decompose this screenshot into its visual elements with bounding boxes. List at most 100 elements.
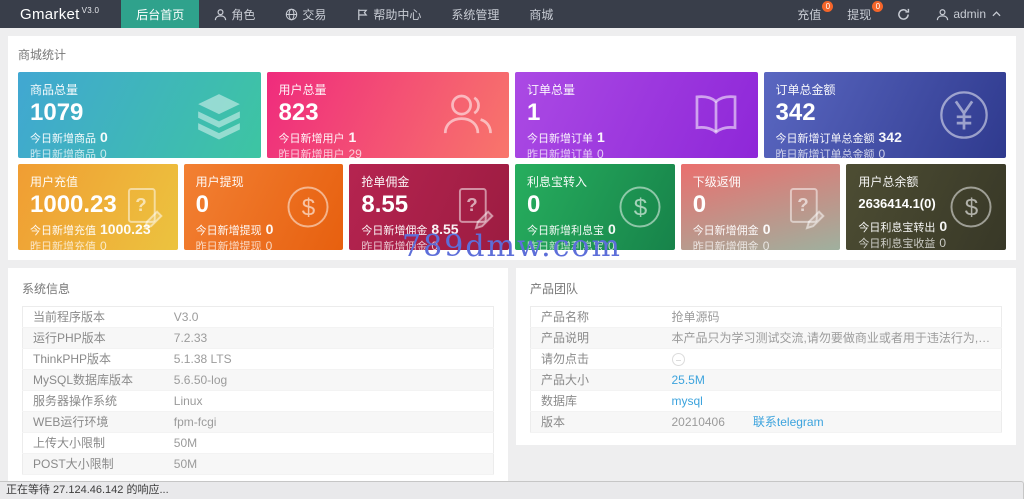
dollar-circle-icon: $ (615, 182, 665, 232)
system-info-value-text: 5.1.38 LTS (173, 352, 232, 366)
bottom-panels: 系统信息 当前程序版本 V3.0 运行PHP版本 7.2.33 ThinkPHP版本 5.… (8, 268, 1016, 487)
system-info-row-label: 运行PHP版本 (33, 331, 106, 345)
stat-card-sub-rebate: 下级返佣 0 今日新增佣金 0 昨日新增佣金 0? (680, 164, 841, 250)
refresh-button[interactable] (884, 0, 923, 28)
system-info-row: WEB运行环境 fpm-fcgi (22, 411, 494, 433)
svg-text:?: ? (135, 194, 146, 215)
doc-question-icon: ? (449, 182, 499, 232)
system-info-value-text: 7.2.33 (173, 331, 208, 345)
system-info-value-text: 50M (173, 436, 198, 450)
nav-item-home[interactable]: 后台首页 (121, 0, 200, 28)
stat-card-orders: 订单总量 1 今日新增订单 1 昨日新增订单 0 (515, 72, 758, 158)
stats-row-2: 用户充值 1000.23 今日新增充值 1000.23 昨日新增充值 0? 用户提现 0 今日新… (18, 164, 1007, 250)
withdraw-badge: 0 (872, 1, 884, 12)
browser-status-bar: 正在等待 27.124.46.142 的响应... (0, 481, 1024, 499)
product-team-row-label: 版本 (541, 415, 566, 430)
system-info-row-value: fpm-fcgi (164, 412, 494, 433)
product-team-row-value: 抢单源码 (662, 307, 1002, 328)
system-info-row-label: POST大小限制 (33, 457, 114, 471)
stat-card-yesterday-line: 昨日新增佣金 0 (361, 238, 439, 250)
stat-card-order-amount: 订单总金额 342 今日新增订单总金额 342 昨日新增订单总金额 0 (763, 72, 1006, 158)
stats-row-1: 商品总量 1079 今日新增商品 0 昨日新增商品 0 用户总量 823 今日新增用户 1 昨日新增… (18, 72, 1006, 158)
stat-card-yesterday-line: 昨日新增订单总金额 0 (775, 146, 886, 158)
nav-item-roles[interactable]: 角色 (199, 0, 270, 28)
stat-card-yesterday-line: 今日利息宝收益 0 (858, 235, 947, 250)
withdraw-button[interactable]: 提现 0 (834, 0, 884, 28)
nav-item-mall[interactable]: 商城 (514, 0, 568, 28)
system-info-value-text: fpm-fcgi (173, 415, 217, 429)
system-info-row: 上传大小限制 50M (22, 433, 494, 454)
svg-text:$: $ (633, 195, 647, 222)
system-info-row: ThinkPHP版本 5.1.38 LTS (22, 349, 494, 370)
system-info-row-value: 5.6.50-log (164, 370, 494, 391)
stat-card-interest-in: 利息宝转入 0 今日新增利息宝 0 昨日新增利息宝 0 $ (515, 164, 675, 250)
user-icon (214, 8, 227, 21)
product-team-link[interactable]: mysql (672, 394, 703, 408)
nav-item-label: 系统管理 (451, 7, 500, 22)
logo-text: Gmarket (20, 5, 80, 23)
dollar-circle-icon: $ (946, 182, 996, 232)
chevron-up-icon (992, 11, 1001, 17)
stat-card-balance: 用户总余额 2636414.1(0) 今日利息宝转出 0 今日利息宝收益 0 $ (846, 164, 1007, 250)
product-team-value-text: 20210406 (671, 415, 725, 430)
system-info-value-text: Linux (173, 394, 203, 408)
stat-card-users: 用户总量 823 今日新增用户 1 昨日新增用户 29 (266, 72, 509, 158)
product-team-row-value (662, 349, 1002, 370)
recharge-button[interactable]: 充值 0 (784, 0, 834, 28)
minus-circle-icon (671, 353, 685, 367)
product-team-row-label: 产品说明 (541, 331, 590, 345)
svg-text:?: ? (798, 194, 809, 215)
dollar-circle-icon: $ (283, 182, 333, 232)
nav-item-system[interactable]: 系统管理 (436, 0, 514, 28)
app-logo[interactable]: Gmarket V3.0 (0, 0, 121, 28)
system-info-value-text: V3.0 (173, 310, 199, 324)
stat-card-yesterday-line: 昨日新增用户 29 (278, 146, 362, 158)
stat-card-commission: 抢单佣金 8.55 今日新增佣金 8.55 昨日新增佣金 0? (349, 164, 510, 250)
product-team-link[interactable]: 25.5M (672, 373, 705, 387)
layers-icon (190, 86, 248, 144)
doc-question-icon: ? (118, 182, 168, 232)
product-team-telegram-link[interactable]: 联系telegram (753, 415, 824, 429)
system-info-row: 当前程序版本 V3.0 (22, 307, 494, 328)
nav-item-label: 角色 (231, 7, 256, 22)
admin-menu[interactable]: admin (923, 0, 1014, 28)
recharge-label: 充值 (797, 7, 822, 22)
system-info-title: 系统信息 (22, 282, 71, 296)
logo-version: V3.0 (81, 5, 100, 15)
system-info-row: 服务器操作系统 Linux (22, 391, 494, 412)
product-team-panel: 产品团队 产品名称 抢单源码 产品说明 本产品只为学习测试交流,请勿要做商业或者用于违… (516, 268, 1016, 446)
svg-text:$: $ (302, 195, 316, 222)
system-info-row-value: 5.1.38 LTS (164, 349, 494, 370)
product-team-row: 产品名称 抢单源码 (530, 307, 1002, 328)
product-team-row-value: mysql (662, 391, 1002, 412)
svg-text:?: ? (466, 194, 477, 215)
stat-card-yesterday-line: 昨日新增订单 0 (527, 146, 604, 158)
stat-card-yesterday-line: 昨日新增商品 0 (30, 146, 107, 158)
nav-item-help[interactable]: 帮助中心 (341, 0, 436, 28)
refresh-icon (897, 8, 910, 21)
withdraw-label: 提现 (847, 7, 872, 22)
svg-text:$: $ (965, 195, 979, 222)
product-team-row-value: 20210406 联系telegram (662, 412, 1002, 433)
system-info-row-value: 7.2.33 (164, 328, 494, 349)
nav-item-label: 后台首页 (136, 7, 185, 22)
admin-username: admin (953, 7, 986, 21)
stat-card-recharge: 用户充值 1000.23 今日新增充值 1000.23 昨日新增充值 0? (18, 164, 178, 250)
nav-item-label: 帮助中心 (373, 7, 422, 22)
product-team-row: 版本 20210406 联系telegram (530, 411, 1002, 433)
nav-item-trade[interactable]: 交易 (270, 0, 341, 28)
stat-card-yesterday-line: 昨日新增充值 0 (30, 238, 107, 250)
product-team-value-text: 抢单源码 (671, 310, 720, 324)
system-info-row-value: 50M (164, 433, 494, 454)
nav-right: 充值 0 提现 0 admin (784, 0, 1024, 28)
product-team-row-value: 本产品只为学习测试交流,请勿要做商业或者用于违法行为,一切后果自负 (662, 328, 1002, 349)
system-info-table: 当前程序版本 V3.0 运行PHP版本 7.2.33 ThinkPHP版本 5.1.38 … (22, 306, 494, 475)
globe-icon (285, 8, 298, 21)
system-info-row: 运行PHP版本 7.2.33 (22, 327, 494, 349)
product-team-row: 请勿点击 (530, 349, 1002, 370)
system-info-row-label: ThinkPHP版本 (33, 352, 112, 366)
system-info-panel: 系统信息 当前程序版本 V3.0 运行PHP版本 7.2.33 ThinkPHP版本 5.… (8, 268, 508, 487)
system-info-row-label: 当前程序版本 (33, 310, 106, 324)
top-navbar: Gmarket V3.0 后台首页 角色 交易 帮助中心 系统管理 商城 充值 0 提现 … (0, 0, 1024, 28)
stat-card-yesterday-line: 昨日新增提现 0 (195, 238, 273, 250)
